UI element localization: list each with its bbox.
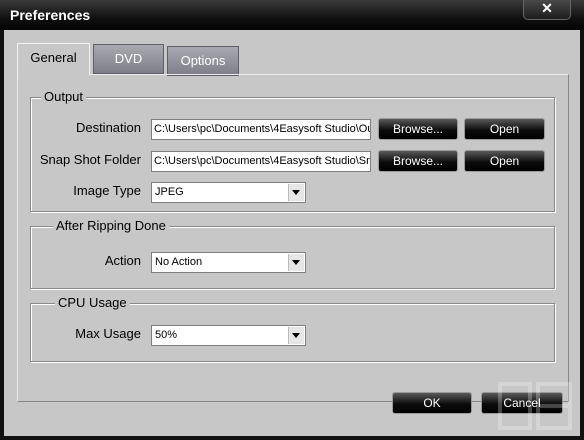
tab-options[interactable]: Options — [167, 46, 239, 76]
output-group: Output Destination C:\Users\pc\Documents… — [30, 89, 555, 212]
output-group-title: Output — [41, 89, 87, 104]
dialog-body: General DVD Options Output Destination C… — [4, 30, 580, 436]
ok-button[interactable]: OK — [392, 392, 472, 414]
snapshot-field[interactable]: C:\Users\pc\Documents\4Easysoft Studio\S… — [151, 151, 371, 172]
destination-open-button[interactable]: Open — [464, 118, 545, 140]
destination-label: Destination — [75, 120, 141, 135]
chevron-down-icon[interactable] — [288, 184, 304, 201]
image-type-value: JPEG — [155, 186, 184, 198]
tab-options-label: Options — [180, 53, 226, 68]
cpu-usage-group: CPU Usage Max Usage 50% — [30, 295, 555, 362]
after-ripping-group: After Ripping Done Action No Action — [30, 218, 555, 289]
destination-field[interactable]: C:\Users\pc\Documents\4Easysoft Studio\O… — [151, 119, 371, 140]
cpu-usage-title: CPU Usage — [55, 295, 130, 310]
image-type-label: Image Type — [73, 183, 141, 198]
max-usage-value: 50% — [155, 329, 178, 341]
general-panel: Output Destination C:\Users\pc\Documents… — [17, 74, 569, 402]
chevron-down-icon[interactable] — [288, 327, 304, 344]
snapshot-browse-button[interactable]: Browse... — [378, 150, 458, 172]
action-select[interactable]: No Action — [151, 252, 306, 273]
tab-general[interactable]: General — [17, 43, 90, 75]
chevron-down-icon[interactable] — [288, 254, 304, 271]
destination-browse-button[interactable]: Browse... — [378, 118, 458, 140]
action-label: Action — [104, 253, 141, 268]
image-type-select[interactable]: JPEG — [151, 182, 306, 203]
tab-dvd-label: DVD — [114, 51, 143, 66]
title-bar[interactable]: Preferences ✕ — [0, 0, 584, 30]
tab-dvd[interactable]: DVD — [93, 44, 164, 74]
action-value: No Action — [155, 256, 203, 268]
snapshot-open-button[interactable]: Open — [464, 150, 545, 172]
max-usage-label: Max Usage — [75, 326, 141, 341]
watermark-logo-icon — [498, 382, 572, 430]
max-usage-select[interactable]: 50% — [151, 325, 306, 346]
after-ripping-title: After Ripping Done — [53, 218, 169, 233]
snapshot-label: Snap Shot Folder — [39, 152, 141, 167]
close-icon: ✕ — [541, 0, 553, 16]
close-button[interactable]: ✕ — [523, 0, 571, 20]
window-title: Preferences — [10, 7, 91, 23]
preferences-window: Preferences ✕ General DVD Options Output… — [0, 0, 584, 440]
tab-general-label: General — [30, 50, 77, 65]
